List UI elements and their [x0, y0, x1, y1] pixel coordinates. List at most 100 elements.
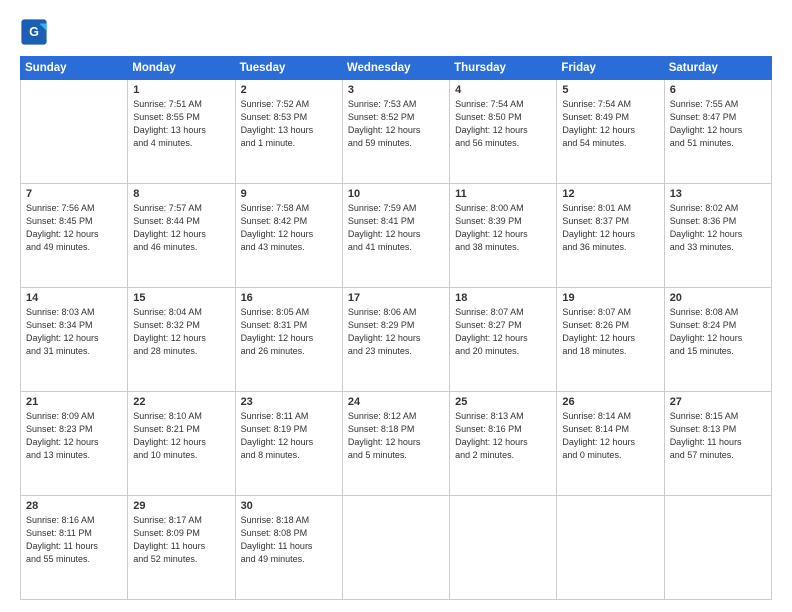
- day-info: Sunrise: 7:51 AM Sunset: 8:55 PM Dayligh…: [133, 98, 229, 150]
- calendar-cell: 5 Sunrise: 7:54 AM Sunset: 8:49 PM Daylig…: [557, 80, 664, 184]
- weekday-header-tuesday: Tuesday: [235, 57, 342, 80]
- calendar-cell: 28 Sunrise: 8:16 AM Sunset: 8:11 PM Dayli…: [21, 496, 128, 600]
- calendar-cell: 24 Sunrise: 8:12 AM Sunset: 8:18 PM Dayli…: [342, 392, 449, 496]
- day-info: Sunrise: 7:52 AM Sunset: 8:53 PM Dayligh…: [241, 98, 337, 150]
- week-row-1: 1 Sunrise: 7:51 AM Sunset: 8:55 PM Daylig…: [21, 80, 772, 184]
- calendar-cell: [664, 496, 771, 600]
- day-number: 19: [562, 292, 658, 304]
- day-info: Sunrise: 8:08 AM Sunset: 8:24 PM Dayligh…: [670, 306, 766, 358]
- weekday-header-saturday: Saturday: [664, 57, 771, 80]
- day-number: 8: [133, 188, 229, 200]
- day-number: 21: [26, 396, 122, 408]
- day-number: 12: [562, 188, 658, 200]
- calendar-cell: 23Sunrise: 8:11 AM Sunset: 8:19 PM Dayli…: [235, 392, 342, 496]
- calendar-cell: 13Sunrise: 8:02 AM Sunset: 8:36 PM Dayli…: [664, 184, 771, 288]
- week-row-4: 21Sunrise: 8:09 AM Sunset: 8:23 PM Dayli…: [21, 392, 772, 496]
- day-number: 24: [348, 396, 444, 408]
- calendar-cell: 25 Sunrise: 8:13 AM Sunset: 8:16 PM Dayli…: [450, 392, 557, 496]
- day-number: 15: [133, 292, 229, 304]
- day-info: Sunrise: 8:17 AM Sunset: 8:09 PM Dayligh…: [133, 514, 229, 566]
- weekday-header-monday: Monday: [128, 57, 235, 80]
- svg-text:G: G: [29, 25, 39, 39]
- day-info: Sunrise: 8:07 AM Sunset: 8:26 PM Dayligh…: [562, 306, 658, 358]
- day-number: 25: [455, 396, 551, 408]
- logo-icon: G: [20, 18, 48, 46]
- calendar-cell: 27Sunrise: 8:15 AM Sunset: 8:13 PM Dayli…: [664, 392, 771, 496]
- day-info: Sunrise: 8:13 AM Sunset: 8:16 PM Dayligh…: [455, 410, 551, 462]
- day-info: Sunrise: 8:15 AM Sunset: 8:13 PM Dayligh…: [670, 410, 766, 462]
- calendar-cell: 17 Sunrise: 8:06 AM Sunset: 8:29 PM Dayli…: [342, 288, 449, 392]
- day-info: Sunrise: 8:18 AM Sunset: 8:08 PM Dayligh…: [241, 514, 337, 566]
- day-number: 23: [241, 396, 337, 408]
- day-info: Sunrise: 8:12 AM Sunset: 8:18 PM Dayligh…: [348, 410, 444, 462]
- day-number: 16: [241, 292, 337, 304]
- calendar-cell: 4Sunrise: 7:54 AM Sunset: 8:50 PM Daylig…: [450, 80, 557, 184]
- header: G: [20, 18, 772, 46]
- day-number: 2: [241, 84, 337, 96]
- calendar-cell: 29 Sunrise: 8:17 AM Sunset: 8:09 PM Dayli…: [128, 496, 235, 600]
- calendar-cell: 26 Sunrise: 8:14 AM Sunset: 8:14 PM Dayli…: [557, 392, 664, 496]
- week-row-5: 28 Sunrise: 8:16 AM Sunset: 8:11 PM Dayli…: [21, 496, 772, 600]
- day-info: Sunrise: 7:54 AM Sunset: 8:49 PM Dayligh…: [562, 98, 658, 150]
- calendar-cell: 18 Sunrise: 8:07 AM Sunset: 8:27 PM Dayli…: [450, 288, 557, 392]
- day-info: Sunrise: 7:55 AM Sunset: 8:47 PM Dayligh…: [670, 98, 766, 150]
- calendar-cell: 21Sunrise: 8:09 AM Sunset: 8:23 PM Dayli…: [21, 392, 128, 496]
- calendar-cell: 15 Sunrise: 8:04 AM Sunset: 8:32 PM Dayli…: [128, 288, 235, 392]
- day-number: 29: [133, 500, 229, 512]
- calendar-cell: [450, 496, 557, 600]
- day-number: 10: [348, 188, 444, 200]
- day-number: 13: [670, 188, 766, 200]
- day-number: 18: [455, 292, 551, 304]
- week-row-2: 7Sunrise: 7:56 AM Sunset: 8:45 PM Daylig…: [21, 184, 772, 288]
- weekday-header-sunday: Sunday: [21, 57, 128, 80]
- day-number: 5: [562, 84, 658, 96]
- day-number: 3: [348, 84, 444, 96]
- day-number: 30: [241, 500, 337, 512]
- day-info: Sunrise: 8:14 AM Sunset: 8:14 PM Dayligh…: [562, 410, 658, 462]
- day-info: Sunrise: 8:05 AM Sunset: 8:31 PM Dayligh…: [241, 306, 337, 358]
- calendar-cell: 22Sunrise: 8:10 AM Sunset: 8:21 PM Dayli…: [128, 392, 235, 496]
- day-info: Sunrise: 7:59 AM Sunset: 8:41 PM Dayligh…: [348, 202, 444, 254]
- day-number: 26: [562, 396, 658, 408]
- day-number: 9: [241, 188, 337, 200]
- day-number: 20: [670, 292, 766, 304]
- calendar-cell: 8Sunrise: 7:57 AM Sunset: 8:44 PM Daylig…: [128, 184, 235, 288]
- calendar-cell: [557, 496, 664, 600]
- day-number: 1: [133, 84, 229, 96]
- day-number: 6: [670, 84, 766, 96]
- day-info: Sunrise: 7:53 AM Sunset: 8:52 PM Dayligh…: [348, 98, 444, 150]
- calendar-cell: 1 Sunrise: 7:51 AM Sunset: 8:55 PM Daylig…: [128, 80, 235, 184]
- page: G SundayMondayTuesdayWednesdayThursdayFr…: [0, 0, 792, 612]
- calendar-cell: 3 Sunrise: 7:53 AM Sunset: 8:52 PM Daylig…: [342, 80, 449, 184]
- calendar-cell: 10 Sunrise: 7:59 AM Sunset: 8:41 PM Dayli…: [342, 184, 449, 288]
- day-info: Sunrise: 8:01 AM Sunset: 8:37 PM Dayligh…: [562, 202, 658, 254]
- weekday-header-friday: Friday: [557, 57, 664, 80]
- calendar-cell: 2 Sunrise: 7:52 AM Sunset: 8:53 PM Daylig…: [235, 80, 342, 184]
- day-info: Sunrise: 7:58 AM Sunset: 8:42 PM Dayligh…: [241, 202, 337, 254]
- day-number: 28: [26, 500, 122, 512]
- calendar-cell: 9 Sunrise: 7:58 AM Sunset: 8:42 PM Daylig…: [235, 184, 342, 288]
- calendar-cell: 16 Sunrise: 8:05 AM Sunset: 8:31 PM Dayli…: [235, 288, 342, 392]
- day-number: 17: [348, 292, 444, 304]
- day-number: 7: [26, 188, 122, 200]
- weekday-header-wednesday: Wednesday: [342, 57, 449, 80]
- day-info: Sunrise: 8:03 AM Sunset: 8:34 PM Dayligh…: [26, 306, 122, 358]
- day-number: 14: [26, 292, 122, 304]
- day-info: Sunrise: 8:04 AM Sunset: 8:32 PM Dayligh…: [133, 306, 229, 358]
- calendar-cell: 19 Sunrise: 8:07 AM Sunset: 8:26 PM Dayli…: [557, 288, 664, 392]
- day-info: Sunrise: 8:06 AM Sunset: 8:29 PM Dayligh…: [348, 306, 444, 358]
- day-info: Sunrise: 8:07 AM Sunset: 8:27 PM Dayligh…: [455, 306, 551, 358]
- calendar-table: SundayMondayTuesdayWednesdayThursdayFrid…: [20, 56, 772, 600]
- day-number: 11: [455, 188, 551, 200]
- calendar-cell: 20 Sunrise: 8:08 AM Sunset: 8:24 PM Dayli…: [664, 288, 771, 392]
- calendar-cell: [342, 496, 449, 600]
- calendar-cell: 11Sunrise: 8:00 AM Sunset: 8:39 PM Dayli…: [450, 184, 557, 288]
- day-number: 4: [455, 84, 551, 96]
- day-info: Sunrise: 8:16 AM Sunset: 8:11 PM Dayligh…: [26, 514, 122, 566]
- calendar-cell: 7Sunrise: 7:56 AM Sunset: 8:45 PM Daylig…: [21, 184, 128, 288]
- logo: G: [20, 18, 52, 46]
- day-info: Sunrise: 8:10 AM Sunset: 8:21 PM Dayligh…: [133, 410, 229, 462]
- calendar-cell: 6 Sunrise: 7:55 AM Sunset: 8:47 PM Daylig…: [664, 80, 771, 184]
- calendar-cell: 30 Sunrise: 8:18 AM Sunset: 8:08 PM Dayli…: [235, 496, 342, 600]
- week-row-3: 14 Sunrise: 8:03 AM Sunset: 8:34 PM Dayli…: [21, 288, 772, 392]
